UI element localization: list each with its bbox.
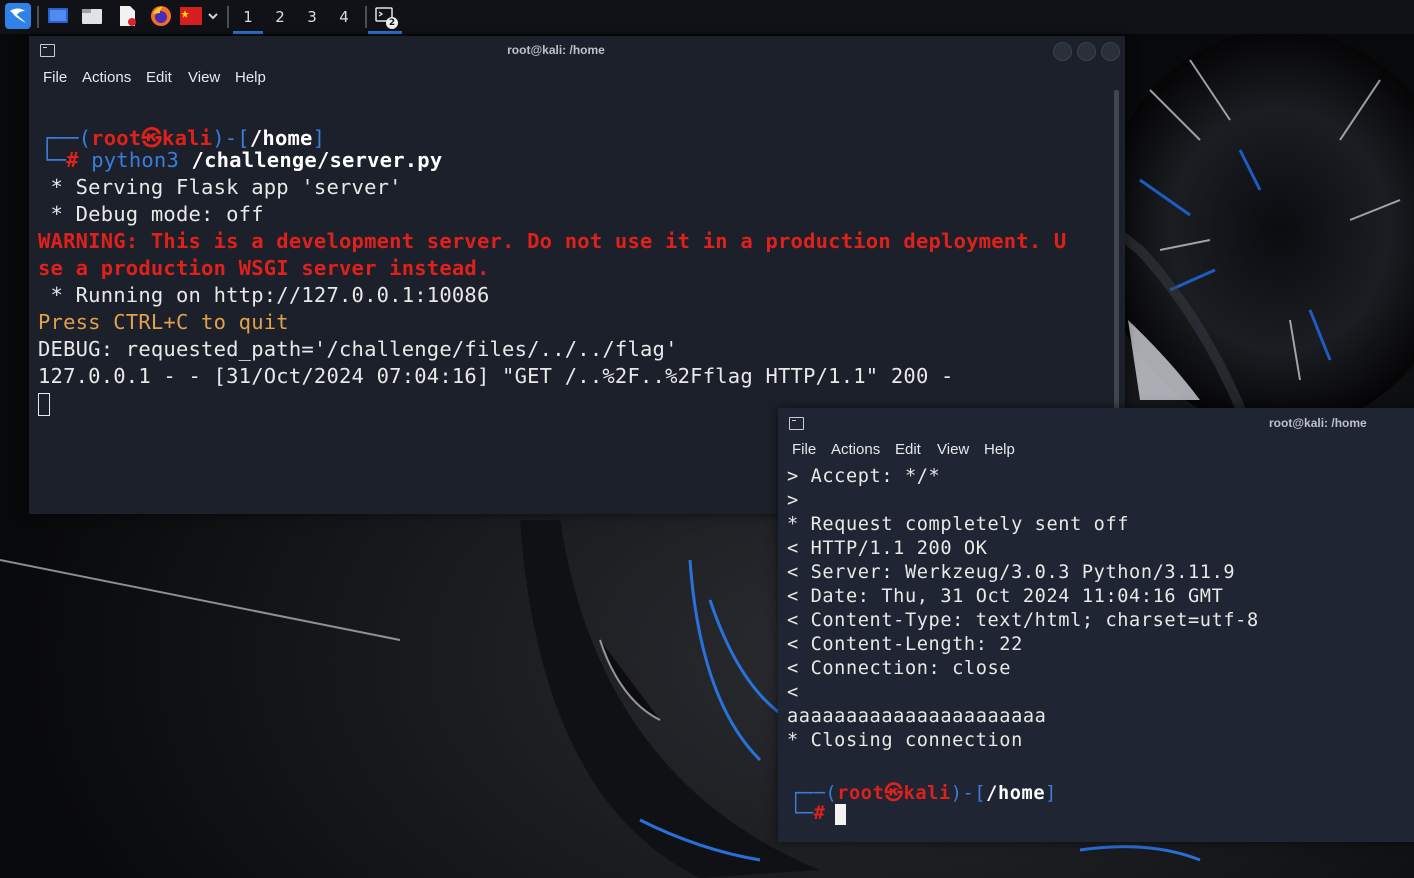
output-line: * Running on http://127.0.0.1:10086 xyxy=(38,283,490,307)
menu-view[interactable]: View xyxy=(937,441,969,458)
debug-line: DEBUG: requested_path='/challenge/files/… xyxy=(38,337,678,361)
output-line: < Date: Thu, 31 Oct 2024 11:04:16 GMT xyxy=(787,586,1224,607)
output-line: < xyxy=(787,682,799,703)
file-manager-icon[interactable] xyxy=(81,5,103,27)
output-line: < Content-Length: 22 xyxy=(787,634,1023,655)
menu-edit[interactable]: Edit xyxy=(146,69,172,86)
firefox-icon[interactable] xyxy=(150,5,172,27)
menu-file[interactable]: File xyxy=(43,69,67,86)
workspace-1[interactable]: 1 xyxy=(233,5,263,34)
window-titlebar[interactable]: root@kali: /home xyxy=(29,36,1125,64)
task-count-badge: 2 xyxy=(386,17,398,29)
close-button[interactable] xyxy=(1101,42,1120,61)
minimize-button[interactable] xyxy=(1053,42,1072,61)
output-line: > Accept: */* xyxy=(787,466,941,487)
taskbar-separator xyxy=(227,6,229,28)
menu-edit[interactable]: Edit xyxy=(895,441,921,458)
workspace-3[interactable]: 3 xyxy=(297,5,327,31)
output-line: < Server: Werkzeug/3.0.3 Python/3.11.9 xyxy=(787,562,1236,583)
output-line: * Request completely sent off xyxy=(787,514,1130,535)
workspace-4[interactable]: 4 xyxy=(329,5,359,31)
desktop-icon[interactable] xyxy=(47,5,69,27)
menu-help[interactable]: Help xyxy=(235,69,266,86)
terminal-cursor xyxy=(38,393,50,416)
response-body-line: aaaaaaaaaaaaaaaaaaaaaa xyxy=(787,706,1047,727)
workspace-2[interactable]: 2 xyxy=(265,5,295,31)
terminal-cursor xyxy=(835,804,846,825)
output-line: > xyxy=(787,490,799,511)
warning-line: se a production WSGI server instead. xyxy=(38,256,490,280)
chevron-down-icon[interactable] xyxy=(206,5,220,27)
taskbar-separator xyxy=(365,6,367,28)
window-title: root@kali: /home xyxy=(507,43,605,57)
menu-view[interactable]: View xyxy=(188,69,220,86)
maximize-button[interactable] xyxy=(1077,42,1096,61)
terminal-icon xyxy=(789,417,804,430)
output-line: < Connection: close xyxy=(787,658,1012,679)
window-titlebar[interactable]: root@kali: /home xyxy=(778,408,1414,436)
output-line: * Debug mode: off xyxy=(38,202,264,226)
command-line: └─# python3 /challenge/server.py xyxy=(41,148,443,172)
taskbar-separator xyxy=(37,6,39,28)
prompt-line: ┌──(root㉿kali)-[/home] xyxy=(41,126,326,150)
command-line: └─# xyxy=(790,803,826,824)
taskbar: 1 2 3 4 2 xyxy=(0,0,1414,34)
menu-file[interactable]: File xyxy=(792,441,816,458)
scrollbar[interactable] xyxy=(1114,90,1119,410)
prompt-line: ┌──(root㉿kali)-[/home] xyxy=(790,783,1057,804)
output-line: * Closing connection xyxy=(787,730,1023,751)
menu-help[interactable]: Help xyxy=(984,441,1015,458)
quit-hint-line: Press CTRL+C to quit xyxy=(38,310,289,334)
menu-actions[interactable]: Actions xyxy=(831,441,880,458)
access-log-line: 127.0.0.1 - - [31/Oct/2024 07:04:16] "GE… xyxy=(38,364,954,388)
text-editor-icon[interactable] xyxy=(116,5,138,27)
output-line: < HTTP/1.1 200 OK xyxy=(787,538,988,559)
terminal-window-client[interactable]: root@kali: /home File Actions Edit View … xyxy=(778,408,1414,842)
output-line: * Serving Flask app 'server' xyxy=(38,175,402,199)
terminal-task-button[interactable]: 2 xyxy=(368,4,402,34)
warning-line: WARNING: This is a development server. D… xyxy=(38,229,1067,253)
output-line: < Content-Type: text/html; charset=utf-8 xyxy=(787,610,1259,631)
menu-actions[interactable]: Actions xyxy=(82,69,131,86)
kali-menu-icon[interactable] xyxy=(5,3,31,29)
window-title: root@kali: /home xyxy=(1269,416,1367,430)
flag-app-icon[interactable] xyxy=(180,5,202,27)
